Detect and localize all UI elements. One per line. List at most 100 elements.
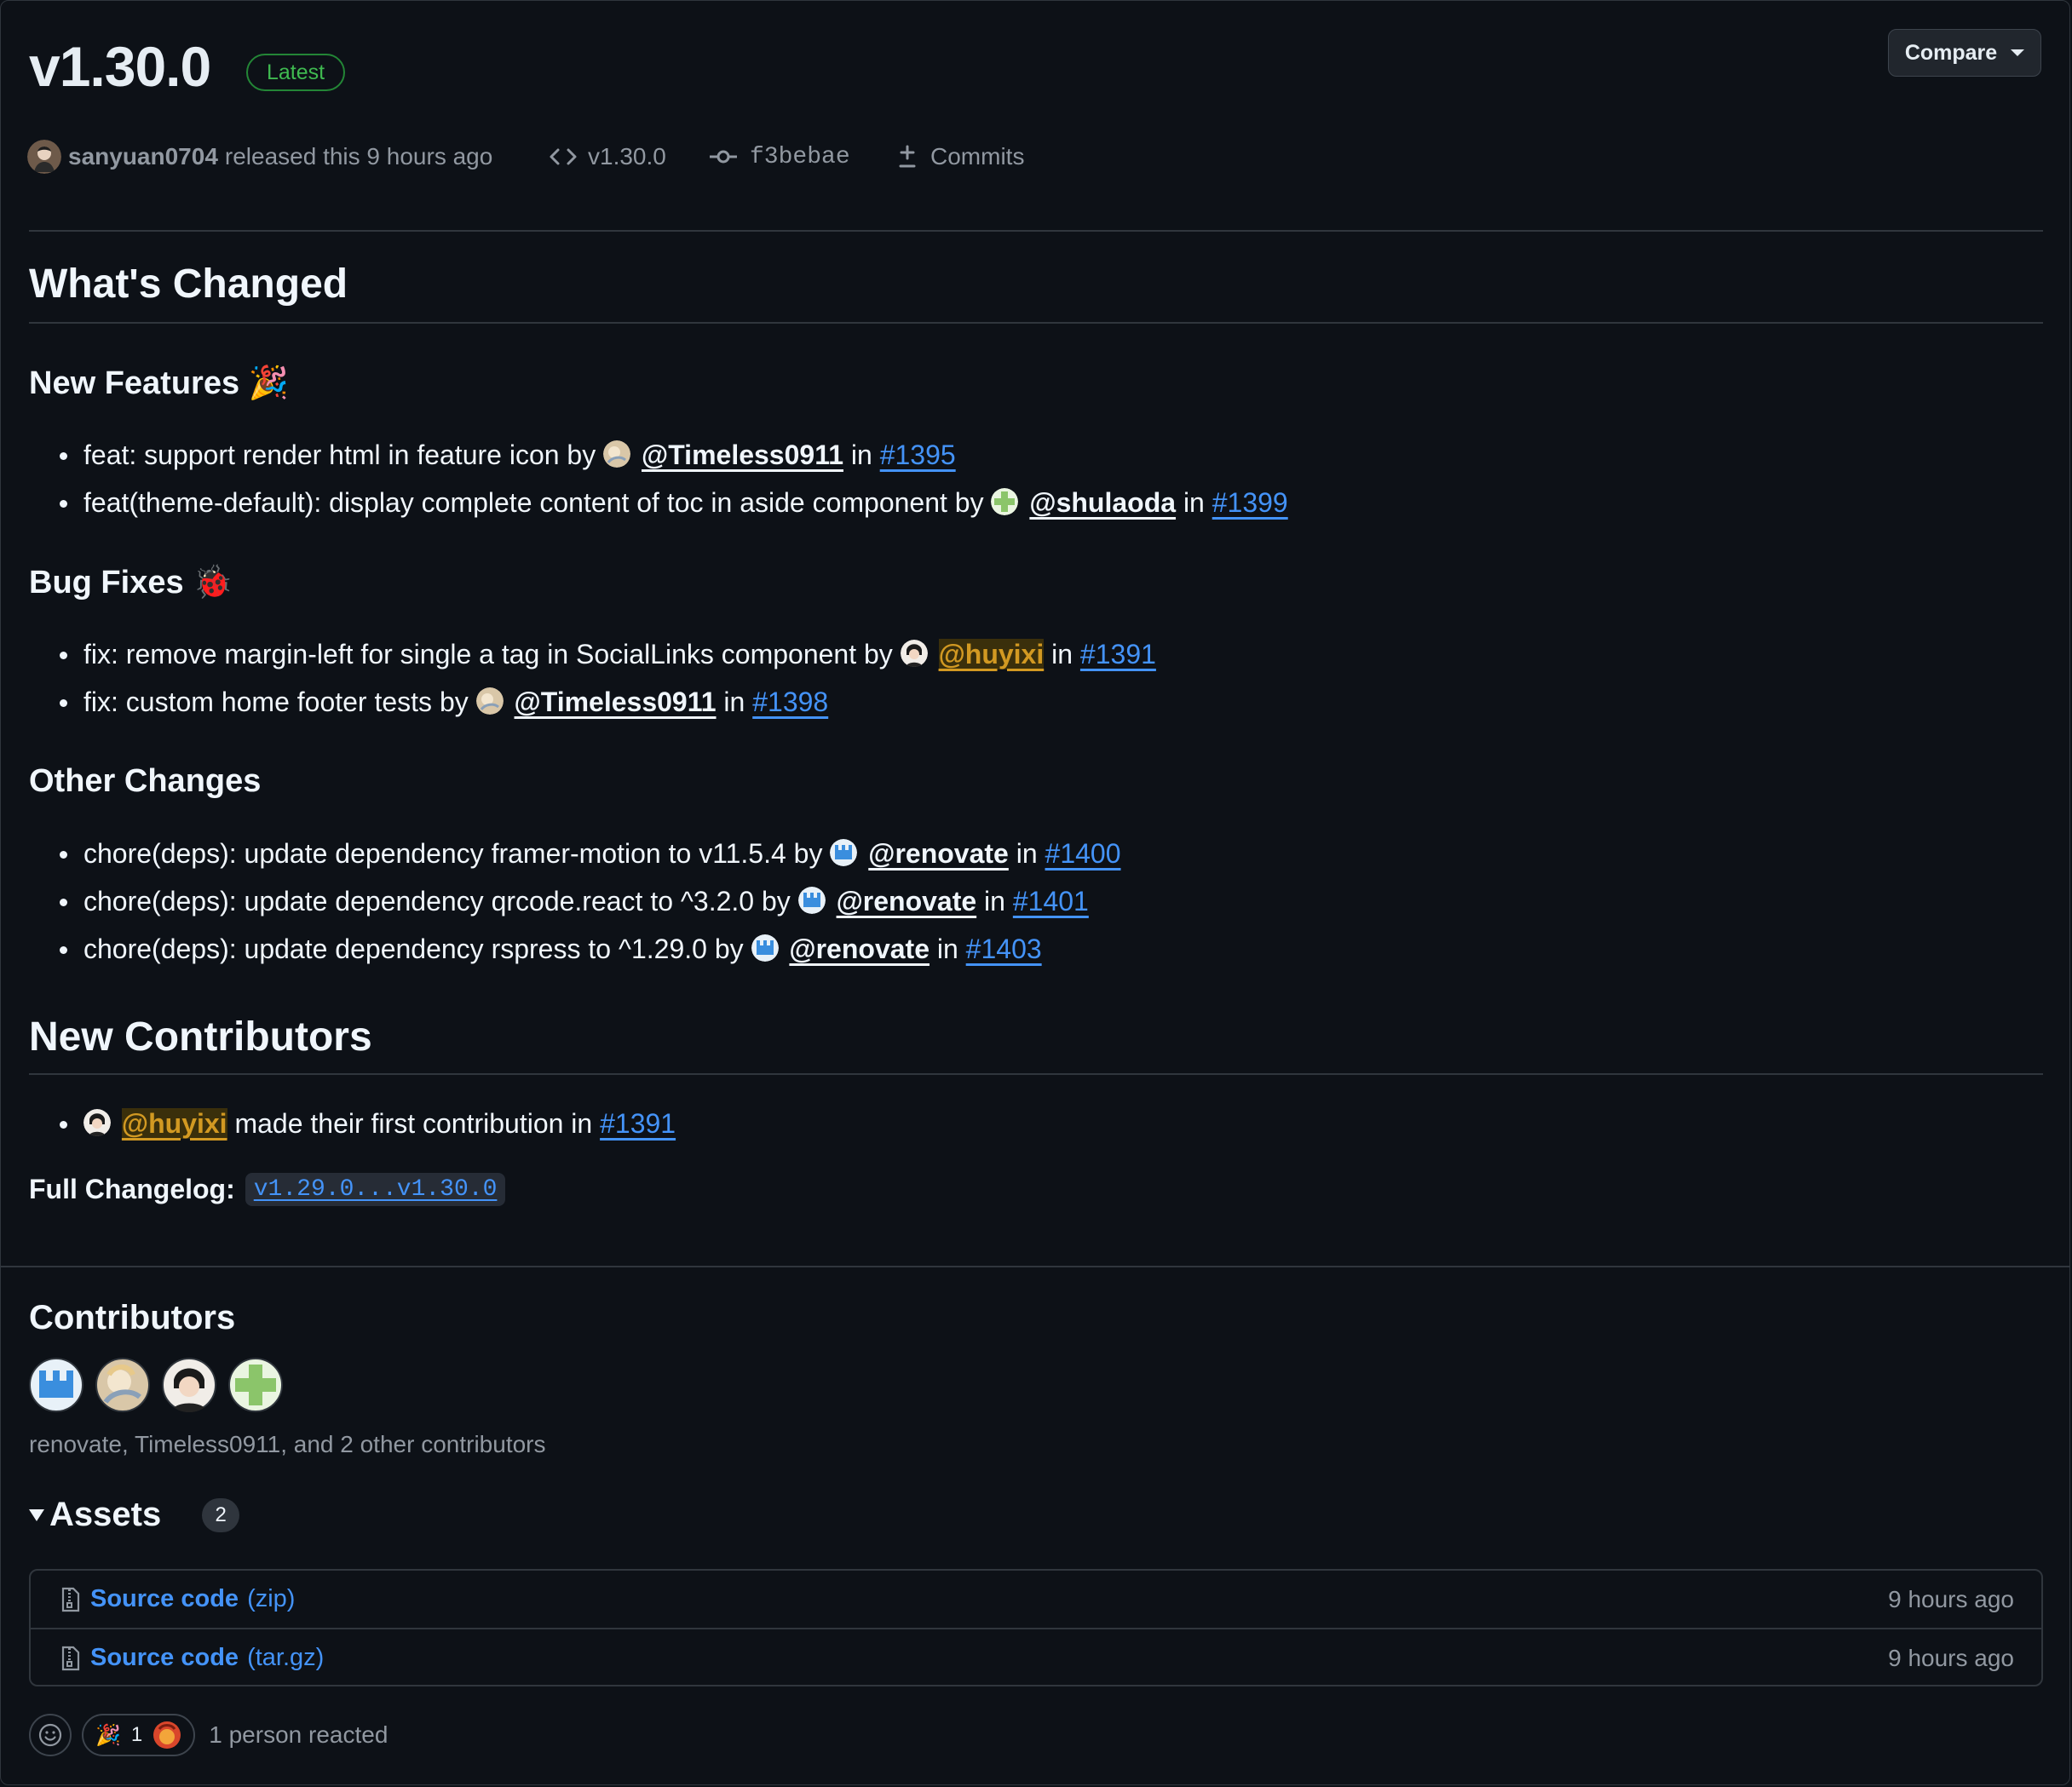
asset-ext: (tar.gz) <box>247 1644 325 1671</box>
user-mention[interactable]: @huyixi <box>938 639 1045 669</box>
contributors-heading: Contributors <box>29 1299 236 1336</box>
other-changes-list: chore(deps): update dependency framer-mo… <box>29 830 1121 973</box>
pr-link[interactable]: #1401 <box>1013 886 1089 916</box>
contributor-avatars <box>29 1358 283 1412</box>
file-zip-icon <box>61 1587 80 1612</box>
pr-link[interactable]: #1391 <box>600 1108 676 1139</box>
item-text: chore(deps): update dependency qrcode.re… <box>83 886 791 916</box>
list-item: chore(deps): update dependency rspress t… <box>29 925 1121 973</box>
asset-name[interactable]: Source code <box>90 1644 239 1672</box>
list-item: @huyixi made their first contribution in… <box>29 1100 676 1147</box>
huyixi-avatar[interactable] <box>900 639 928 667</box>
add-reaction-button[interactable] <box>29 1714 72 1756</box>
user-mention[interactable]: @renovate <box>837 886 977 916</box>
commit-link[interactable]: f3bebae <box>709 135 850 179</box>
in-text: in <box>984 886 1005 916</box>
user-mention[interactable]: @Timeless0911 <box>642 440 843 470</box>
asset-ext: (zip) <box>247 1585 296 1612</box>
list-item: chore(deps): update dependency qrcode.re… <box>29 877 1121 925</box>
party-popper-icon: 🎉 <box>248 365 289 401</box>
latest-badge: Latest <box>246 54 346 91</box>
asset-time: 9 hours ago <box>1888 1644 2014 1671</box>
in-text: in <box>936 934 958 964</box>
compare-label: Compare <box>1904 40 1998 65</box>
whats-changed-heading: What's Changed <box>29 261 348 307</box>
assets-heading: Assets <box>49 1496 162 1533</box>
renovate-avatar[interactable] <box>830 838 858 866</box>
tag-link[interactable]: v1.30.0 <box>549 135 666 179</box>
item-text: chore(deps): update dependency framer-mo… <box>83 838 823 869</box>
commits-link[interactable]: Commits <box>896 135 1024 179</box>
divider <box>29 1073 2043 1075</box>
reactor-avatar[interactable] <box>153 1721 181 1750</box>
user-mention[interactable]: @Timeless0911 <box>515 687 717 717</box>
shulaoda-avatar[interactable] <box>228 1358 283 1412</box>
list-item: fix: remove margin-left for single a tag… <box>29 630 1156 678</box>
new-contributors-heading: New Contributors <box>29 1014 372 1060</box>
chevron-down-icon <box>2011 49 2025 56</box>
release-title[interactable]: v1.30.0 <box>29 34 211 99</box>
reaction-count: 1 <box>130 1723 143 1746</box>
pr-link[interactable]: #1398 <box>752 687 828 717</box>
in-text: in <box>1051 639 1073 669</box>
tag-label: v1.30.0 <box>588 143 666 170</box>
author-avatar[interactable] <box>27 140 61 174</box>
section-title: Bug Fixes <box>29 565 184 600</box>
assets-toggle[interactable]: Assets 2 <box>29 1496 240 1534</box>
shulaoda-avatar[interactable] <box>991 487 1019 515</box>
new-contributors-list: @huyixi made their first contribution in… <box>29 1100 676 1147</box>
triangle-down-icon <box>29 1508 44 1521</box>
hooray-reaction-button[interactable]: 🎉 1 <box>82 1714 196 1756</box>
list-item: fix: custom home footer tests by @Timele… <box>29 678 1156 726</box>
user-mention[interactable]: @renovate <box>789 934 930 964</box>
pr-link[interactable]: #1391 <box>1080 639 1156 669</box>
user-mention[interactable]: @huyixi <box>121 1108 227 1139</box>
bug-fixes-list: fix: remove margin-left for single a tag… <box>29 630 1156 726</box>
git-commit-icon <box>710 150 737 164</box>
huyixi-avatar[interactable] <box>162 1358 216 1412</box>
commit-sha: f3bebae <box>750 143 850 170</box>
reactions-bar: 🎉 1 1 person reacted <box>29 1714 388 1756</box>
pr-link[interactable]: #1403 <box>966 934 1042 964</box>
author-link[interactable]: sanyuan0704 <box>68 143 218 170</box>
party-popper-icon: 🎉 <box>95 1723 121 1747</box>
asset-row[interactable]: Source code (tar.gz) 9 hours ago <box>31 1628 2041 1686</box>
in-text: in <box>1016 838 1038 869</box>
pr-link[interactable]: #1400 <box>1045 838 1121 869</box>
pr-link[interactable]: #1395 <box>880 440 956 470</box>
in-text: in <box>850 440 872 470</box>
user-mention[interactable]: @shulaoda <box>1029 487 1176 518</box>
item-text: fix: custom home footer tests by <box>83 687 469 717</box>
renovate-avatar[interactable] <box>797 886 826 914</box>
timeless0911-avatar[interactable] <box>475 687 504 715</box>
item-text: feat(theme-default): display complete co… <box>83 487 984 518</box>
huyixi-avatar[interactable] <box>83 1108 111 1136</box>
list-item: chore(deps): update dependency framer-mo… <box>29 830 1121 877</box>
divider <box>29 322 2043 324</box>
released-text: released this 9 hours ago <box>224 143 493 170</box>
changelog-chip: v1.29.0...v1.30.0 <box>245 1173 506 1206</box>
section-title: Other Changes <box>29 763 262 799</box>
smiley-icon <box>38 1723 62 1747</box>
item-text: chore(deps): update dependency rspress t… <box>83 934 744 964</box>
file-zip-icon <box>61 1646 80 1670</box>
reaction-summary: 1 person reacted <box>209 1721 388 1748</box>
compare-button[interactable]: Compare <box>1888 29 2041 77</box>
user-mention[interactable]: @renovate <box>868 838 1009 869</box>
renovate-avatar[interactable] <box>751 934 779 962</box>
changelog-compare-link[interactable]: v1.29.0...v1.30.0 <box>254 1176 498 1203</box>
full-changelog-label: Full Changelog: <box>29 1174 235 1204</box>
timeless0911-avatar[interactable] <box>95 1358 150 1412</box>
pr-link[interactable]: #1399 <box>1212 487 1288 518</box>
asset-name[interactable]: Source code <box>90 1585 239 1613</box>
diff-icon <box>899 145 916 168</box>
timeless0911-avatar[interactable] <box>603 440 631 468</box>
asset-row[interactable]: Source code (zip) 9 hours ago <box>31 1571 2041 1628</box>
section-heading-bug-fixes: Bug Fixes 🐞 <box>29 564 233 601</box>
item-text: feat: support render html in feature ico… <box>83 440 596 470</box>
full-changelog: Full Changelog: v1.29.0...v1.30.0 <box>29 1173 506 1206</box>
section-heading-new-features: New Features 🎉 <box>29 365 289 402</box>
in-text: in <box>1183 487 1205 518</box>
assets-count-badge: 2 <box>202 1497 240 1532</box>
renovate-avatar[interactable] <box>29 1358 83 1412</box>
